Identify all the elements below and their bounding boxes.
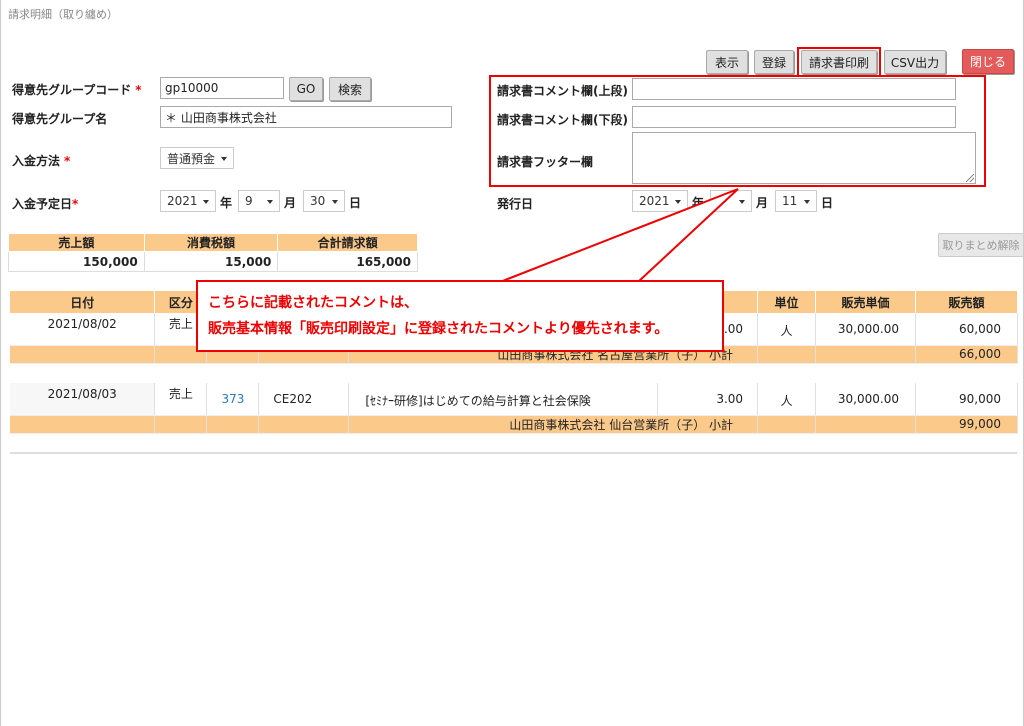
row-kubun: 売上 bbox=[154, 383, 208, 416]
subtotal-row: 山田商事株式会社 仙台営業所（子） 小計 99,000 bbox=[10, 415, 1019, 434]
year-unit: 年 bbox=[220, 196, 233, 210]
subtotal-value: 99,000 bbox=[915, 415, 1019, 434]
header-unit: 単位 bbox=[757, 291, 817, 313]
csv-export-button[interactable]: CSV出力 bbox=[884, 50, 946, 74]
row-product: CE202 bbox=[258, 383, 350, 416]
group-code-input[interactable]: gp10000 bbox=[160, 77, 284, 99]
day-unit: 日 bbox=[821, 196, 834, 210]
show-button[interactable]: 表示 bbox=[706, 50, 748, 74]
callout-line-1: こちらに記載されたコメントは、 bbox=[208, 295, 418, 311]
header-date: 日付 bbox=[10, 291, 156, 313]
chevron-down-icon bbox=[804, 200, 810, 204]
go-button[interactable]: GO bbox=[289, 77, 323, 101]
summary-header-tax: 消費税額 bbox=[143, 233, 279, 252]
callout-line-2: 販売基本情報「販売印刷設定」に登録されたコメントより優先されます。 bbox=[208, 321, 669, 337]
summary-tax-value: 15,000 bbox=[143, 251, 279, 272]
issue-month-select[interactable]: 9 bbox=[710, 190, 752, 212]
chevron-down-icon bbox=[203, 200, 209, 204]
row-amount: 60,000 bbox=[915, 313, 1019, 346]
row-date: 2021/08/02 bbox=[10, 313, 156, 346]
close-button[interactable]: 閉じる bbox=[962, 49, 1014, 74]
group-name-label: 得意先グループ名 bbox=[12, 112, 108, 126]
due-date-label: 入金予定日* bbox=[12, 197, 79, 211]
search-button[interactable]: 検索 bbox=[329, 77, 371, 101]
print-button-highlight bbox=[797, 47, 881, 77]
payment-method-select[interactable]: 普通預金 bbox=[160, 147, 234, 169]
comment-area-highlight bbox=[489, 75, 986, 187]
year-unit: 年 bbox=[692, 196, 705, 210]
payment-method-label: 入金方法 * bbox=[12, 154, 71, 168]
row-amount: 90,000 bbox=[915, 383, 1019, 416]
summary-sales-value: 150,000 bbox=[8, 251, 145, 272]
header-amount: 販売額 bbox=[915, 291, 1019, 313]
summary-total-value: 165,000 bbox=[277, 251, 418, 272]
callout-box: こちらに記載されたコメントは、 販売基本情報「販売印刷設定」に登録されたコメント… bbox=[196, 280, 724, 352]
chevron-down-icon bbox=[675, 200, 681, 204]
row-unit: 人 bbox=[757, 313, 817, 346]
subtotal-label: 山田商事株式会社 仙台営業所（子） 小計 bbox=[348, 415, 759, 434]
chevron-down-icon bbox=[221, 157, 227, 161]
row-qty: 3.00 bbox=[657, 383, 759, 416]
row-unit: 人 bbox=[757, 383, 816, 416]
issue-day-select[interactable]: 11 bbox=[775, 190, 817, 212]
header-price: 販売単価 bbox=[815, 291, 916, 313]
issue-year-select[interactable]: 2021 bbox=[632, 190, 688, 212]
due-month-select[interactable]: 9 bbox=[238, 190, 280, 212]
row-date: 2021/08/03 bbox=[10, 383, 156, 416]
group-name-field[interactable]: ＊ 山田商事株式会社 bbox=[160, 106, 452, 128]
subtotal-value: 66,000 bbox=[915, 345, 1019, 364]
day-unit: 日 bbox=[349, 196, 362, 210]
row-code-link[interactable]: 373 bbox=[206, 383, 260, 416]
row-name: [ｾﾐﾅｰ研修]はじめての給与計算と社会保険 bbox=[348, 383, 659, 416]
summary-header-sales: 売上額 bbox=[8, 233, 145, 252]
chevron-down-icon bbox=[267, 200, 273, 204]
summary-table: 売上額 消費税額 合計請求額 150,000 15,000 165,000 bbox=[8, 233, 418, 272]
divider bbox=[10, 452, 1017, 454]
month-unit: 月 bbox=[284, 196, 297, 210]
cancel-consolidation-button[interactable]: 取りまとめ解除 bbox=[938, 233, 1024, 257]
row-price: 30,000.00 bbox=[815, 383, 916, 416]
register-button[interactable]: 登録 bbox=[754, 50, 794, 74]
group-code-label: 得意先グループコード * bbox=[12, 83, 142, 97]
month-unit: 月 bbox=[756, 196, 769, 210]
chevron-down-icon bbox=[332, 200, 338, 204]
issue-date-label: 発行日 bbox=[497, 197, 534, 211]
table-row[interactable]: 2021/08/03 売上 373 CE202 [ｾﾐﾅｰ研修]はじめての給与計… bbox=[10, 383, 1019, 416]
window-title: 請求明細（取り纏め） bbox=[8, 8, 118, 21]
due-day-select[interactable]: 30 bbox=[303, 190, 345, 212]
chevron-down-icon bbox=[739, 200, 745, 204]
detail-table-2: 2021/08/03 売上 373 CE202 [ｾﾐﾅｰ研修]はじめての給与計… bbox=[10, 383, 1019, 434]
due-year-select[interactable]: 2021 bbox=[160, 190, 216, 212]
window-left-border bbox=[0, 0, 1, 726]
row-price: 30,000.00 bbox=[815, 313, 916, 346]
summary-header-total: 合計請求額 bbox=[277, 233, 418, 252]
